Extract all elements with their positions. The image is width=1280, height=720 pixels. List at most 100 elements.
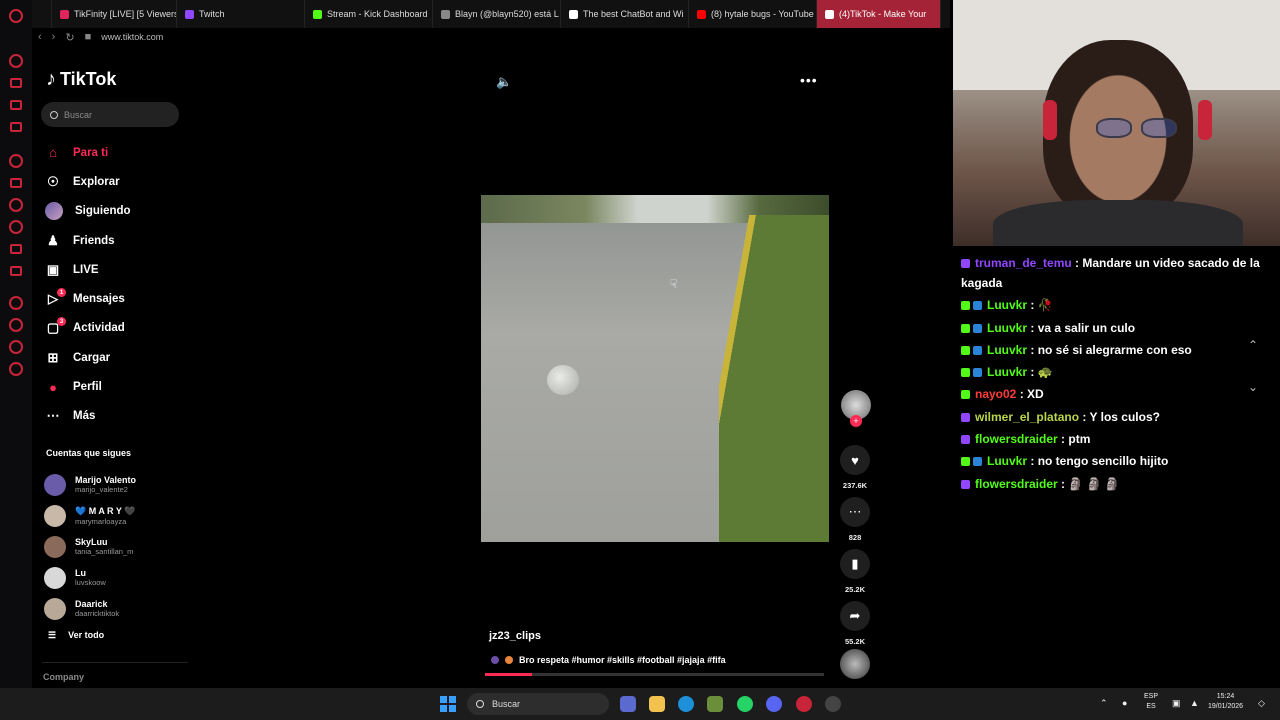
forward-icon[interactable]: › [52,31,56,43]
like-button[interactable]: ♥ 237.6K [839,445,871,490]
comment-button[interactable]: ⋯ 828 [839,497,871,542]
tab-chatbot[interactable]: The best ChatBot and Wi [561,0,689,28]
speaker-icon[interactable]: ▲ [1190,698,1199,708]
menu-item-mensajes[interactable]: ▷ 1 Mensajes [45,284,131,313]
menu-item-friends[interactable]: ♟ Friends [45,226,131,255]
verified-badge-icon [973,301,982,311]
chat-message: flowersdraider : ptm [961,429,1273,449]
save-button[interactable]: ▮ 25.2K [839,549,871,594]
sidebar-gear-icon[interactable] [9,362,23,376]
minecraft-icon[interactable] [707,696,723,712]
taskbar [0,688,1280,720]
back-icon[interactable]: ‹ [38,31,42,43]
video-username[interactable]: jz23_clips [489,630,541,642]
tab-twitch[interactable]: Twitch [177,0,305,28]
sidebar-discord-icon[interactable] [10,266,22,276]
sidebar-history-icon[interactable] [9,54,23,68]
sidebar-mail-icon[interactable] [10,122,22,132]
following-item[interactable]: Lu luvskoow [44,562,136,593]
sidebar-instagram-icon[interactable] [10,244,22,254]
following-item[interactable]: Daarick daarricktiktok [44,593,136,624]
video-progress-bar[interactable] [485,673,824,676]
chat-message: Luuvkr : no sé si alegrarme con eso [961,340,1273,360]
tab-youtube[interactable]: (8) hytale bugs - YouTube [689,0,817,28]
browser-sidebar [0,0,32,688]
sidebar-twitch-icon[interactable] [10,178,22,188]
following-item[interactable]: Marijo Valento marijo_valente2 [44,469,136,500]
tiktok-logo[interactable]: ♪ TikTok [46,68,116,91]
address-bar[interactable]: ‹ › ↻ ■ www.tiktok.com [32,28,950,46]
file-explorer-icon[interactable] [649,696,665,712]
menu-item-perfil[interactable]: ● Perfil [45,372,131,401]
webcam-feed [953,0,1280,246]
tab-menu-icon[interactable] [32,0,52,28]
language-indicator[interactable]: ESP ES [1144,692,1158,712]
tray-chevron-icon[interactable]: ⌃ [1100,698,1108,708]
tab-favicon [569,9,578,19]
tv-icon: ▣ [46,261,60,277]
scroll-down-icon[interactable]: ⌄ [1243,380,1263,400]
sidebar-bookmark-icon[interactable] [9,340,23,354]
opera-icon[interactable] [796,696,812,712]
tab-tiktok[interactable]: (4)TikTok - Make Your [817,0,941,28]
scroll-up-icon[interactable]: ⌃ [1243,338,1263,358]
menu-item-para-ti[interactable]: ⌂ Para ti [45,138,131,167]
clock[interactable]: 15:24 19/01/2026 [1208,692,1243,712]
reload-icon[interactable]: ↻ [65,31,74,44]
following-item[interactable]: SkyLuu tania_santillan_m [44,531,136,562]
twitch-badge-icon [961,259,970,268]
badge: 1 [57,288,66,298]
lang-top: ESP [1144,693,1159,700]
verified-badge-icon [973,368,982,378]
comment-count: 828 [848,533,862,542]
sidebar-player-icon[interactable] [9,296,23,310]
account-name: Marijo Valento [75,475,137,485]
chat-separator: : [1057,476,1069,491]
video-player[interactable] [481,195,829,542]
company-link[interactable]: Company [43,672,84,682]
see-all-button[interactable]: ☰ Ver todo [48,630,104,641]
sidebar-shop-icon[interactable] [10,78,22,88]
tab-kick[interactable]: Stream - Kick Dashboard [305,0,433,28]
chat-text: no sé si alegrarme con eso [1037,342,1192,357]
search-input[interactable]: Buscar [41,102,179,127]
mic-icon[interactable]: ● [1122,698,1127,708]
sidebar-clock-icon[interactable] [9,318,23,332]
sidebar-whatsapp-icon[interactable] [9,220,23,234]
opera-logo-icon[interactable] [9,9,23,23]
music-disc[interactable] [840,649,870,679]
network-icon[interactable]: ▣ [1172,698,1181,708]
settings-app-icon[interactable] [825,696,841,712]
tab-tikfinity[interactable]: TikFinity [LIVE] [5 Viewers [52,0,177,28]
menu-item-mas[interactable]: ⋯ Más [45,402,131,431]
menu-item-explorar[interactable]: ☉ Explorar [45,167,131,196]
tab-bar: TikFinity [LIVE] [5 Viewers Twitch Strea… [32,0,950,28]
cam-glasses-left [1096,118,1132,138]
edge-icon[interactable] [678,696,694,712]
sidebar-messenger-icon[interactable] [9,198,23,212]
following-item[interactable]: 💙 M A R Y 🖤 marymarloayza [44,500,136,531]
menu-item-live[interactable]: ▣ LIVE [45,255,131,284]
menu-item-cargar[interactable]: ⊞ Cargar [45,343,131,372]
windows-start-icon[interactable] [440,696,456,712]
volume-icon[interactable]: 🔈 [496,74,512,90]
tab-blayn[interactable]: Blayn (@blayn520) está L [433,0,561,28]
share-button[interactable]: ➦ 55.2K [839,601,871,646]
url-text[interactable]: www.tiktok.com [101,32,163,42]
sidebar-settings-icon[interactable] [9,154,23,168]
chat-text: 🐢 [1037,365,1053,380]
discord-icon[interactable] [766,696,782,712]
whatsapp-icon[interactable] [737,696,753,712]
task-view-icon[interactable] [620,696,636,712]
sidebar-chat-icon[interactable] [10,100,22,110]
menu-item-actividad[interactable]: ▢ 3 Actividad [45,314,131,343]
chat-message: Luuvkr : 🥀 [961,295,1273,315]
notification-icon[interactable]: ◇ [1258,698,1265,708]
follow-plus-icon[interactable]: + [850,415,862,427]
account-name: SkyLuu [75,537,108,547]
tab-label: Blayn (@blayn520) está L [455,9,559,19]
menu-item-siguiendo[interactable]: Siguiendo [45,197,131,226]
taskbar-search[interactable]: Buscar [467,693,609,715]
more-options-icon[interactable]: ••• [800,72,818,88]
chat-username: wilmer_el_platano [975,409,1080,424]
